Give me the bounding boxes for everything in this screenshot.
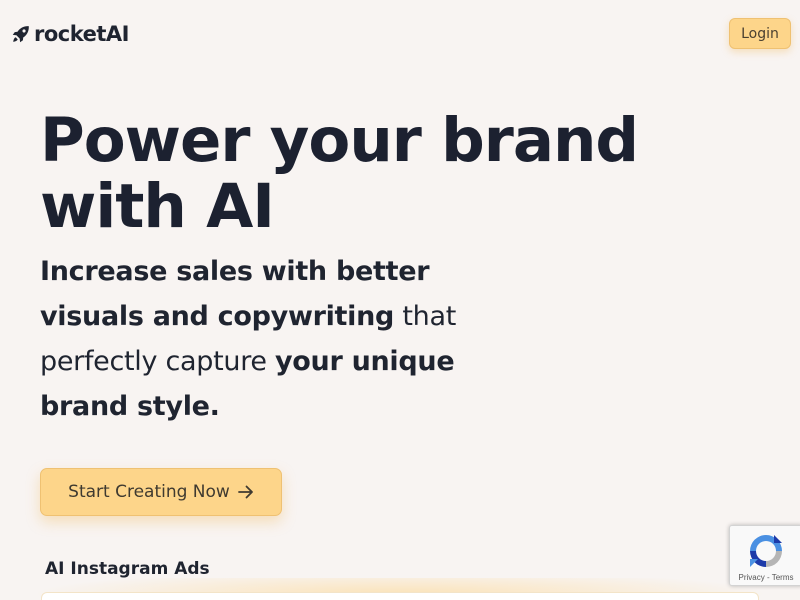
recaptcha-links: Privacy - Terms (730, 573, 800, 582)
subtitle-bold-3: your unique (275, 346, 455, 377)
section-title: AI Instagram Ads (45, 559, 210, 579)
subtitle-bold-2: visuals and copywriting (40, 301, 395, 332)
subtitle-text-2: perfectly capture (40, 346, 275, 377)
start-creating-button[interactable]: Start Creating Now (40, 468, 282, 516)
privacy-link[interactable]: Privacy (739, 573, 765, 582)
link-separator: - (764, 573, 772, 582)
brand-logo[interactable]: rocketAI (10, 20, 129, 48)
subtitle-bold-1: Increase sales with better (40, 256, 430, 287)
hero-title: Power your brand with AI (40, 108, 760, 240)
recaptcha-icon (746, 531, 786, 576)
navbar: rocketAI Login (0, 0, 800, 68)
hero-subtitle: Increase sales with better visuals and co… (40, 249, 510, 429)
hero-title-line1: Power your brand (40, 105, 639, 176)
instagram-ads-card (41, 592, 759, 600)
terms-link[interactable]: Terms (772, 573, 794, 582)
hero-title-line2: with AI (40, 171, 275, 242)
recaptcha-badge[interactable]: Privacy - Terms (729, 525, 800, 586)
cta-label: Start Creating Now (68, 482, 230, 502)
subtitle-text-1: that (394, 301, 456, 332)
brand-name: rocketAI (34, 21, 129, 46)
landing-page: rocketAI Login Power your brand with AI I… (0, 0, 800, 600)
arrow-right-icon (237, 485, 254, 499)
login-button[interactable]: Login (729, 18, 791, 49)
subtitle-bold-4: brand style. (40, 391, 220, 422)
rocket-icon (10, 23, 32, 45)
